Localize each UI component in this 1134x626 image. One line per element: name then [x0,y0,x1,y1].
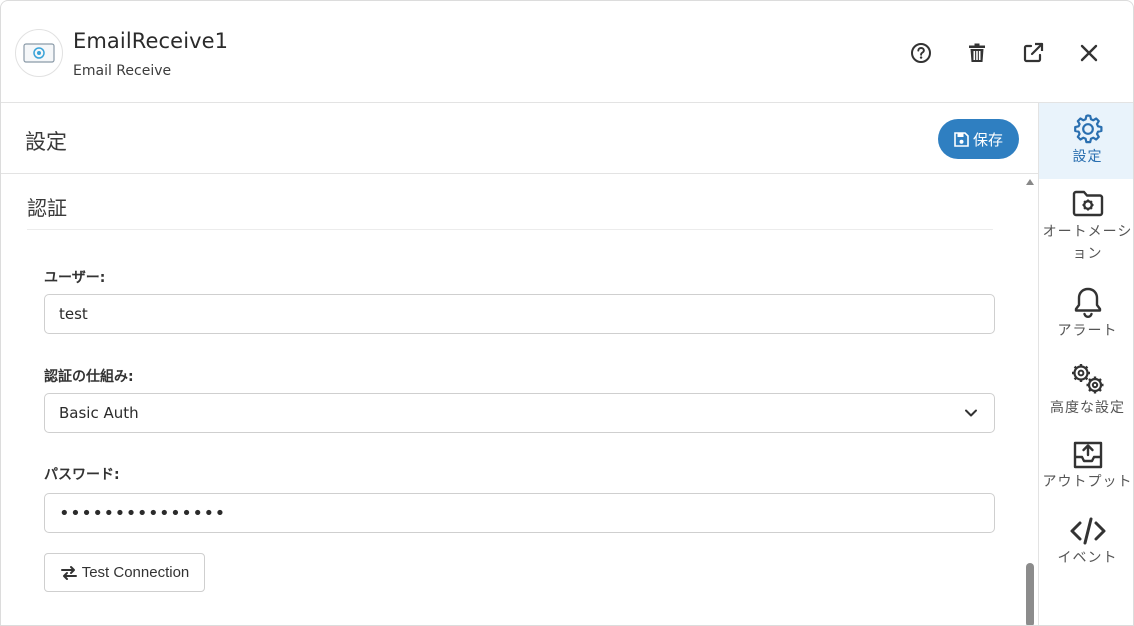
sidebar-item-label: 設定 [1072,149,1103,165]
bell-icon [1074,287,1101,319]
test-connection-button[interactable]: Test Connection [44,553,205,592]
save-icon [954,131,969,147]
sidebar-item-label: オートメーション [1042,224,1133,262]
auth-mechanism-value: Basic Auth [59,404,139,422]
scrollbar-thumb[interactable] [1026,563,1034,625]
auth-section-title: 認証 [27,196,67,220]
external-link-icon[interactable] [1019,39,1047,67]
sidebar-item-settings[interactable]: 設定 [1039,103,1133,179]
password-field-value: ••••••••••••••• [59,502,226,524]
gears-icon [1071,364,1103,394]
close-icon[interactable] [1075,39,1103,67]
password-field[interactable]: ••••••••••••••• [44,493,995,533]
sidebar-item-label: アウトプット [1042,474,1133,490]
sidebar-item-label: 高度な設定 [1050,400,1125,416]
gear-icon [1073,114,1102,144]
chevron-down-icon [965,409,977,417]
user-field-value: test [59,305,88,323]
sidebar-item-automation[interactable]: オートメーション [1039,189,1133,269]
save-button[interactable]: 保存 [938,119,1019,159]
settings-section-bar: 設定 保存 [1,103,1038,174]
section-title: 設定 [25,130,67,154]
password-label: パスワード: [44,467,120,483]
sidebar-item-label: イベント [1057,550,1118,566]
upload-tray-icon [1073,441,1102,469]
user-field[interactable]: test [44,294,995,334]
code-icon [1070,517,1105,545]
trash-icon[interactable] [963,39,991,67]
sidebar-item-advanced-settings[interactable]: 高度な設定 [1039,361,1133,421]
email-receive-panel: EmailReceive1 Email Receive 設定 保存 認証 ユーザ… [0,0,1134,626]
folder-gear-icon [1072,190,1103,217]
help-icon[interactable] [907,39,935,67]
auth-mechanism-select[interactable]: Basic Auth [44,393,995,433]
panel-header: EmailReceive1 Email Receive [1,1,1133,103]
email-icon [23,43,55,63]
sidebar-item-alerts[interactable]: アラート [1039,286,1133,346]
email-receive-logo [15,29,63,77]
user-label: ユーザー: [44,270,106,286]
sidebar-item-output[interactable]: アウトプット [1039,439,1133,499]
auth-mechanism-label: 認証の仕組み: [44,369,134,385]
panel-subtitle: Email Receive [73,63,172,79]
right-sidebar: 設定 オートメーション アラート 高度な設定 アウトプット イベント [1038,103,1133,625]
section-divider [27,229,993,230]
test-connection-label: Test Connection [81,564,190,581]
scroll-up-arrow[interactable] [1026,179,1034,185]
exchange-icon [60,565,77,580]
save-button-label: 保存 [972,131,1003,149]
sidebar-item-events[interactable]: イベント [1039,515,1133,575]
sidebar-item-label: アラート [1057,323,1118,339]
panel-title: EmailReceive1 [73,29,229,53]
settings-content: 認証 ユーザー: test 認証の仕組み: Basic Auth パスワード: … [1,175,1038,625]
